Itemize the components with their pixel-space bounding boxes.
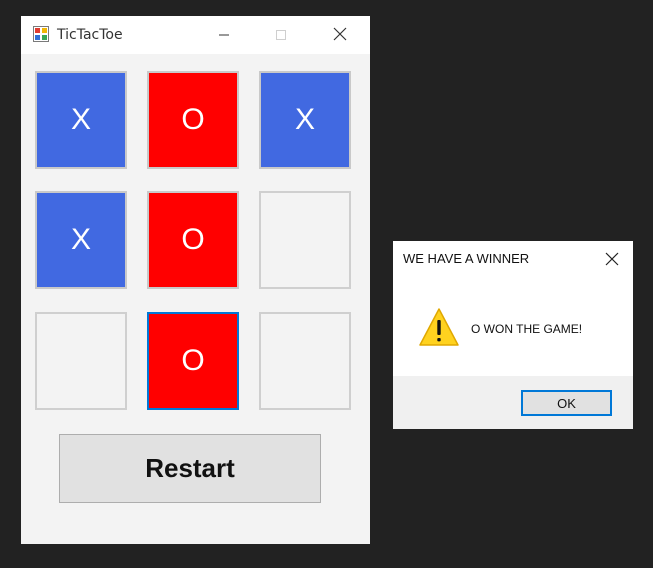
- minimize-icon: [218, 26, 230, 45]
- winner-dialog: WE HAVE A WINNER O WON THE GAME! OK: [393, 241, 633, 429]
- restart-button[interactable]: Restart: [59, 434, 321, 503]
- window-title: TicTacToe: [57, 27, 123, 43]
- close-icon: [333, 26, 347, 45]
- board-cell-5[interactable]: O: [147, 191, 239, 289]
- close-icon: [605, 251, 619, 270]
- board-cell-1[interactable]: X: [35, 71, 127, 169]
- board-cell-2[interactable]: O: [147, 71, 239, 169]
- close-button[interactable]: [317, 16, 363, 54]
- title-bar: TicTacToe: [21, 16, 370, 54]
- board-cell-9[interactable]: [259, 312, 351, 410]
- minimize-button[interactable]: [201, 16, 247, 54]
- warning-icon: [418, 307, 460, 347]
- dialog-title: WE HAVE A WINNER: [403, 251, 530, 266]
- tictactoe-window: TicTacToe X O X X O O Restart: [21, 16, 370, 544]
- board-cell-8[interactable]: O: [147, 312, 239, 410]
- maximize-button[interactable]: [258, 16, 304, 54]
- dialog-close-button[interactable]: [597, 247, 627, 273]
- board-cell-3[interactable]: X: [259, 71, 351, 169]
- board-cell-7[interactable]: [35, 312, 127, 410]
- dialog-message: O WON THE GAME!: [471, 322, 583, 336]
- maximize-icon: [275, 26, 287, 45]
- board-cell-4[interactable]: X: [35, 191, 127, 289]
- board-cell-6[interactable]: [259, 191, 351, 289]
- ok-button[interactable]: OK: [521, 390, 612, 416]
- dialog-footer: OK: [393, 376, 633, 429]
- app-icon: [33, 26, 49, 42]
